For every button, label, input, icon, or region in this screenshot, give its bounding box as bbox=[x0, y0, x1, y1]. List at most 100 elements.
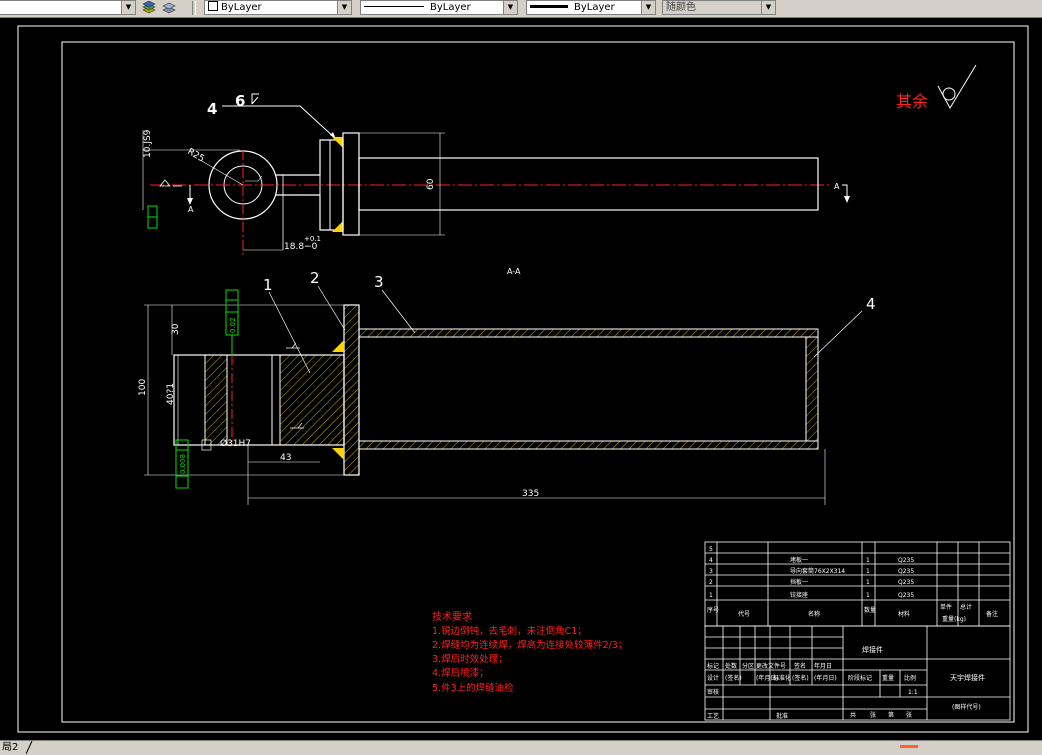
layer-previous-icon[interactable] bbox=[162, 1, 176, 14]
weld-label-left: 4 bbox=[207, 100, 217, 118]
tb-label: 审核 bbox=[707, 688, 719, 696]
drawing-svg: 其余 4 6 60 10.JS9 R25 18.8−0 +0.1 A A A-A… bbox=[17, 25, 1029, 733]
tech-item: 2.焊缝均为连续焊，焊高为连接处较薄件2/3； bbox=[432, 639, 627, 651]
tb-label: 工艺 bbox=[707, 712, 719, 720]
tb-label: (签名) bbox=[792, 674, 809, 682]
bom-header-weight: 重量(kg) bbox=[942, 615, 966, 623]
chevron-down-icon[interactable]: ▼ bbox=[761, 1, 775, 14]
bom-row-material: Q235 bbox=[898, 579, 914, 586]
bom-header-remark: 备注 bbox=[986, 610, 998, 618]
dim-18-8: 18.8−0 bbox=[284, 242, 318, 252]
company-name: 天宇焊接件 bbox=[950, 673, 985, 682]
properties-toolbar: ▼ ByLayer ▼ ByLayer ▼ ByLayer ▼ 随颜色 ▼ bbox=[0, 0, 1042, 18]
bom-row-name: 铰接座 bbox=[790, 591, 808, 599]
drawing-canvas[interactable]: 其余 4 6 60 10.JS9 R25 18.8−0 +0.1 A A A-A… bbox=[0, 18, 1042, 740]
bom-row-no: 5 bbox=[709, 546, 713, 553]
layout-tab-bar: 局2 bbox=[0, 740, 1042, 755]
lineweight-control-value: ByLayer bbox=[574, 2, 615, 13]
section-mark-left: A bbox=[188, 205, 194, 214]
section-title: A-A bbox=[507, 267, 521, 276]
dim-60: 60 bbox=[426, 178, 436, 190]
color-control-value: ByLayer bbox=[221, 2, 262, 13]
balloon-4: 4 bbox=[866, 295, 876, 313]
bom-header-no: 序号 bbox=[707, 606, 719, 614]
tab-edge-icon bbox=[26, 741, 33, 754]
plotstyle-control-value: 随颜色 bbox=[666, 2, 696, 13]
tech-item: 4.焊后喷漆； bbox=[432, 667, 489, 679]
lineweight-sample bbox=[530, 5, 568, 8]
tb-label: 标准化 bbox=[773, 674, 791, 682]
tab-layout-label: 局2 bbox=[2, 742, 19, 753]
bom-row-name: 挡板一 bbox=[790, 578, 808, 586]
tb-label: 设计 bbox=[707, 674, 719, 682]
weld-fill bbox=[332, 221, 343, 232]
bom-row-no: 2 bbox=[709, 579, 713, 586]
section-view: 1 2 3 4 100 30 40?1 43 335 Ø31H7 0.02 0.… bbox=[138, 269, 876, 505]
weld-fill bbox=[332, 137, 343, 148]
bom-header-code: 代号 bbox=[738, 610, 750, 618]
bom-row-material: Q235 bbox=[898, 568, 914, 575]
chevron-down-icon[interactable]: ▼ bbox=[641, 1, 655, 14]
tb-label: 更改文件号 bbox=[756, 662, 786, 670]
top-view: 4 6 60 10.JS9 R25 18.8−0 +0.1 A A bbox=[142, 92, 850, 255]
tb-label: 批准 bbox=[776, 712, 788, 720]
plotstyle-control[interactable]: 随颜色 ▼ bbox=[662, 0, 776, 15]
dim-30: 30 bbox=[171, 323, 181, 335]
tb-label: (年月日) bbox=[814, 674, 837, 682]
balloon-3: 3 bbox=[374, 273, 384, 291]
bom-text: 5 4 堵板一 1 Q235 3 导向套筒76X2X314 1 Q235 2 挡… bbox=[707, 546, 998, 623]
bom-header-name: 名称 bbox=[808, 610, 820, 618]
chevron-down-icon[interactable]: ▼ bbox=[337, 1, 351, 14]
bom-row-material: Q235 bbox=[898, 557, 914, 564]
tech-item: 5.件3上的焊缝油检 bbox=[432, 682, 514, 694]
chevron-down-icon[interactable]: ▼ bbox=[121, 1, 135, 14]
tol-bottom: 0.008 bbox=[179, 454, 187, 474]
tb-label: 重量 bbox=[882, 674, 894, 682]
tab-layout[interactable]: 局2 bbox=[0, 741, 20, 754]
tb-label: (签名) bbox=[725, 674, 742, 682]
roughness-note: 其余 bbox=[896, 92, 928, 111]
dim-10js9: 10.JS9 bbox=[143, 129, 153, 158]
dim-40: 40?1 bbox=[166, 383, 176, 405]
tech-item: 3.焊后时效处理； bbox=[432, 653, 508, 665]
drawing-code: (图样代号) bbox=[952, 703, 981, 711]
tb-label: 共 bbox=[850, 711, 856, 719]
bom-row-material: Q235 bbox=[898, 592, 914, 599]
tb-label: 分区 bbox=[742, 662, 754, 670]
bom-row-qty: 1 bbox=[866, 579, 870, 586]
tb-label: 处数 bbox=[725, 662, 737, 670]
bom-table bbox=[704, 541, 1011, 627]
linetype-control[interactable]: ByLayer ▼ bbox=[360, 0, 518, 15]
scale-value: 1:1 bbox=[908, 689, 918, 696]
toolbar-separator bbox=[192, 1, 196, 15]
tb-label: 张 bbox=[906, 711, 912, 719]
weld-label-right: 6 bbox=[235, 92, 245, 110]
bom-row-qty: 1 bbox=[866, 568, 870, 575]
tb-label: 签名 bbox=[794, 662, 806, 670]
bom-row-no: 1 bbox=[709, 592, 713, 599]
tb-label: 标记 bbox=[707, 662, 719, 670]
tolerance-frame-top: 0.02 bbox=[225, 289, 239, 355]
tolerance-frame-bottom: 0.008 bbox=[175, 439, 189, 489]
layer-states-icon[interactable] bbox=[142, 1, 156, 14]
bom-header-qty: 数量 bbox=[864, 606, 876, 614]
chevron-down-icon[interactable]: ▼ bbox=[503, 1, 517, 14]
dim-18-8-tolerance: +0.1 bbox=[304, 235, 321, 243]
linetype-sample bbox=[364, 6, 424, 7]
bom-header-material: 材料 bbox=[898, 610, 910, 618]
lineweight-control[interactable]: ByLayer ▼ bbox=[526, 0, 656, 15]
tb-label: 比例 bbox=[904, 674, 916, 682]
tech-item: 1.锐边倒钝，去毛刺，未注倒角C1； bbox=[432, 625, 587, 637]
color-control[interactable]: ByLayer ▼ bbox=[204, 0, 352, 15]
balloon-2: 2 bbox=[310, 269, 320, 287]
bom-row-name: 导向套筒76X2X314 bbox=[790, 567, 845, 575]
bom-row-no: 4 bbox=[709, 557, 713, 564]
part-name: 焊接件 bbox=[862, 645, 883, 654]
bom-row-name: 堵板一 bbox=[790, 556, 808, 564]
bom-header-unit: 单件 bbox=[940, 603, 952, 611]
bom-row-no: 3 bbox=[709, 568, 713, 575]
balloon-1: 1 bbox=[263, 276, 273, 294]
layer-dropdown[interactable]: ▼ bbox=[0, 0, 136, 15]
weld-leader bbox=[222, 105, 337, 140]
dim-100: 100 bbox=[138, 379, 148, 396]
